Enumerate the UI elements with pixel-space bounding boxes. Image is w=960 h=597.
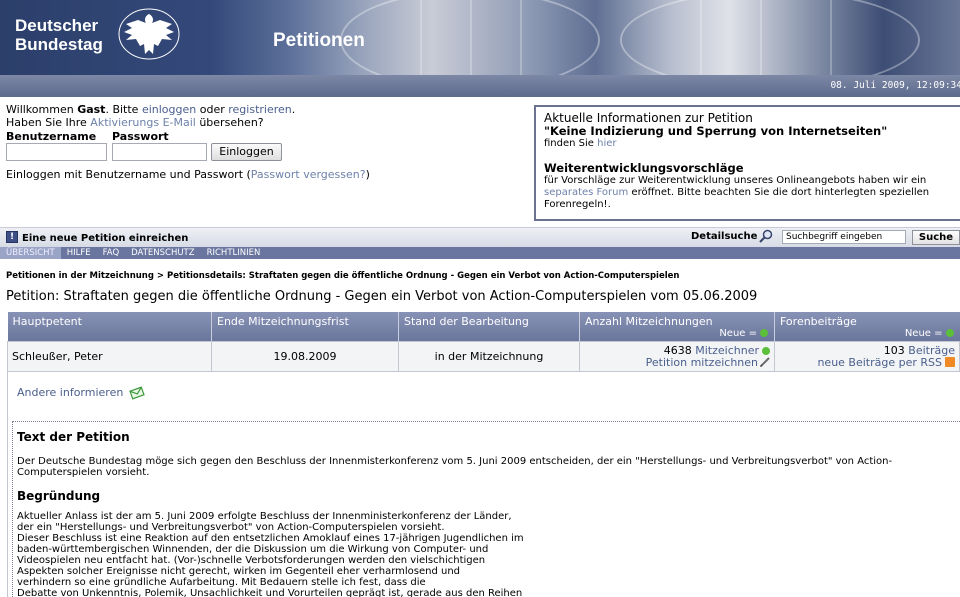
nav-faq[interactable]: FAQ bbox=[97, 247, 125, 259]
brand-line-2: Bundestag bbox=[15, 35, 103, 54]
info-box: Aktuelle Informationen zur Petition "Kei… bbox=[534, 105, 960, 221]
login-link[interactable]: einloggen bbox=[142, 103, 196, 116]
suggestions-heading: Weiterentwicklungsvorschläge bbox=[544, 161, 744, 175]
new-petition-link[interactable]: Eine neue Petition einreichen bbox=[22, 233, 188, 244]
new-indicator: Neue = bbox=[719, 328, 768, 339]
login-form: Benutzername Passwort Einloggen bbox=[6, 129, 526, 173]
petition-table: Hauptpetent Ende Mitzeichnungsfrist Stan… bbox=[7, 312, 960, 372]
dome-rib bbox=[830, 0, 832, 75]
new-petition-icon[interactable]: ! bbox=[6, 231, 18, 243]
table-header-row: Hauptpetent Ende Mitzeichnungsfrist Stan… bbox=[7, 312, 960, 341]
new-indicator: Neue = bbox=[905, 328, 954, 339]
nav-help[interactable]: HILFE bbox=[61, 247, 97, 259]
page-title: Petition: Straftaten gegen die öffentlic… bbox=[6, 289, 758, 304]
login-panel: Willkommen Gast. Bitte einloggen oder re… bbox=[6, 103, 526, 181]
dome-rib bbox=[520, 0, 522, 75]
page-banner-title: Petitionen bbox=[273, 30, 365, 51]
envelope-icon[interactable] bbox=[129, 385, 145, 400]
posts-cell: 103 Beiträge neue Beiträge per RSS bbox=[774, 340, 960, 372]
nav-privacy[interactable]: DATENSCHUTZ bbox=[125, 247, 200, 259]
activation-email-link[interactable]: Aktivierungs E-Mail bbox=[90, 116, 196, 129]
dome-rib bbox=[760, 0, 762, 75]
petition-text-heading: Text der Petition bbox=[17, 430, 130, 444]
pencil-icon[interactable] bbox=[760, 357, 770, 367]
info-find-line: finden Sie hier bbox=[544, 138, 617, 149]
col-header-deadline: Ende Mitzeichnungsfrist bbox=[211, 312, 399, 341]
col-header-status: Stand der Bearbeitung bbox=[398, 312, 580, 341]
share-label[interactable]: Andere informieren bbox=[17, 386, 123, 399]
rss-icon[interactable] bbox=[945, 357, 955, 367]
action-toolbar: ! Eine neue Petition einreichen Detailsu… bbox=[0, 227, 960, 247]
table-row: Schleußer, Peter 19.08.2009 in der Mitze… bbox=[7, 340, 960, 372]
petition-text-box: Text der Petition Der Deutsche Bundestag… bbox=[12, 421, 960, 597]
share-link[interactable]: Andere informieren bbox=[17, 385, 145, 400]
magnifier-icon[interactable] bbox=[759, 229, 773, 243]
reason-heading: Begründung bbox=[17, 489, 101, 503]
petition-text: Der Deutsche Bundestag möge sich gegen d… bbox=[17, 456, 893, 478]
welcome-line: Willkommen Gast. Bitte einloggen oder re… bbox=[6, 103, 296, 116]
guest-name: Gast bbox=[77, 103, 106, 116]
password-field[interactable] bbox=[112, 143, 207, 161]
col-header-signatures: Anzahl Mitzeichnungen Neue = bbox=[579, 312, 775, 341]
info-here-link[interactable]: hier bbox=[597, 138, 616, 149]
dome-rib bbox=[700, 0, 702, 75]
col-header-posts: Forenbeiträge Neue = bbox=[774, 312, 960, 341]
info-petition-title: "Keine Indizierung und Sperrung von Inte… bbox=[544, 124, 888, 138]
nav-overview[interactable]: ÜBERSICHT bbox=[0, 247, 61, 259]
breadcrumb: Petitionen in der Mitzeichnung > Petitio… bbox=[6, 271, 680, 281]
dome-arc bbox=[620, 0, 920, 75]
activation-line: Haben Sie Ihre Aktivierungs E-Mail übers… bbox=[6, 116, 264, 129]
content-border bbox=[7, 372, 8, 597]
signatures-cell: 4638 Mitzeichner Petition mitzeichnen bbox=[579, 340, 775, 372]
status-cell: in der Mitzeichnung bbox=[398, 340, 580, 372]
rss-link[interactable]: neue Beiträge per RSS bbox=[817, 356, 942, 369]
forum-link[interactable]: separates Forum bbox=[544, 187, 628, 198]
col-header-petent: Hauptpetent bbox=[7, 312, 212, 341]
green-dot-icon bbox=[762, 347, 770, 355]
eagle-icon bbox=[118, 8, 180, 60]
login-button[interactable]: Einloggen bbox=[211, 143, 282, 161]
bundestag-logo[interactable]: Deutscher Bundestag bbox=[15, 16, 103, 54]
nav-guidelines[interactable]: RICHTLINIEN bbox=[201, 247, 267, 259]
breadcrumb-details[interactable]: Petitionsdetails: Straftaten gegen die ö… bbox=[167, 271, 679, 281]
current-date: 08. Juli 2009, 12:09:34 bbox=[830, 80, 960, 91]
date-bar: 08. Juli 2009, 12:09:34 bbox=[0, 75, 960, 97]
search-button[interactable]: Suche bbox=[912, 230, 960, 245]
main-nav: ÜBERSICHT HILFE FAQ DATENSCHUTZ RICHTLIN… bbox=[0, 247, 960, 259]
dome-rib bbox=[470, 0, 472, 75]
dome-rib bbox=[420, 0, 422, 75]
reason-text: Aktueller Anlass ist der am 5. Juni 2009… bbox=[17, 511, 524, 597]
new-dot-icon bbox=[945, 328, 954, 337]
search-input[interactable]: Suchbegriff eingeben bbox=[782, 230, 906, 244]
register-link[interactable]: registrieren bbox=[228, 103, 292, 116]
brand-line-1: Deutscher bbox=[15, 16, 99, 35]
password-label: Passwort bbox=[112, 130, 169, 143]
petent-cell: Schleußer, Peter bbox=[7, 340, 212, 372]
suggestions-text: für Vorschläge zur Weiterentwicklung uns… bbox=[544, 175, 930, 210]
username-field[interactable] bbox=[6, 143, 107, 161]
deadline-cell: 19.08.2009 bbox=[211, 340, 399, 372]
new-dot-icon bbox=[760, 328, 768, 337]
username-label: Benutzername bbox=[6, 130, 97, 143]
breadcrumb-petitions[interactable]: Petitionen in der Mitzeichnung bbox=[6, 271, 154, 281]
detail-search-link[interactable]: Detailsuche bbox=[691, 231, 757, 242]
header-banner: Deutscher Bundestag Petitionen bbox=[0, 0, 960, 75]
sign-petition-link[interactable]: Petition mitzeichnen bbox=[646, 356, 758, 369]
